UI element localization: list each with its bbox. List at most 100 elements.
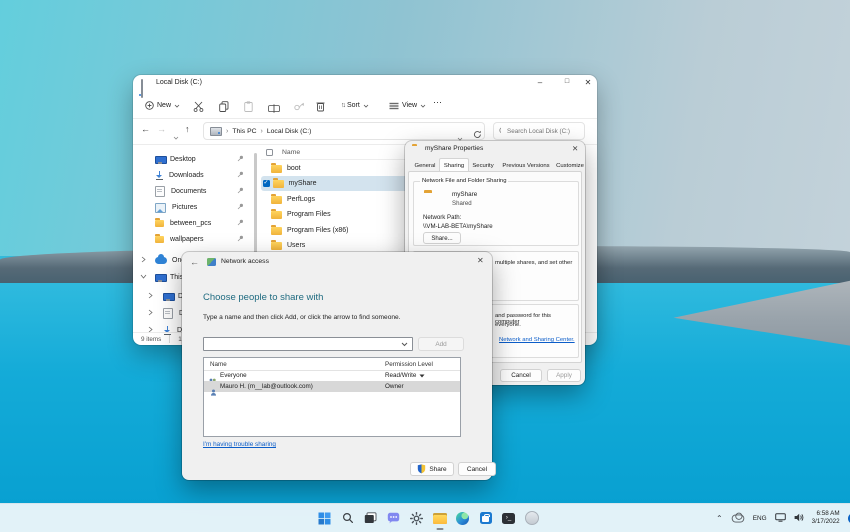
network-share-button-label: Share <box>429 466 446 473</box>
column-permission-level[interactable]: Permission Level <box>385 361 433 368</box>
trouble-sharing-link[interactable]: I'm having trouble sharing <box>203 441 276 448</box>
edge-button[interactable] <box>452 506 473 530</box>
properties-tabs: General Sharing Security Previous Versio… <box>405 158 585 172</box>
network-path-value: \\VM-LAB-BETA\myShare <box>423 223 493 230</box>
close-icon[interactable]: ✕ <box>572 144 578 153</box>
column-header-name[interactable]: Name <box>282 149 300 156</box>
status-divider <box>169 335 170 343</box>
people-row-owner[interactable]: Mauro H. (m__lab@outlook.com) Owner <box>204 381 460 392</box>
maximize-button[interactable]: □ <box>555 78 579 85</box>
share-icon[interactable] <box>293 99 304 117</box>
permission-dropdown[interactable]: Read/Write <box>385 372 425 379</box>
breadcrumb-separator: › <box>261 128 263 135</box>
delete-icon[interactable] <box>316 99 325 117</box>
properties-apply-button[interactable]: Apply <box>547 369 581 382</box>
person-name: Everyone <box>220 372 247 379</box>
pinned-app-button[interactable] <box>521 506 542 530</box>
close-button[interactable]: ✕ <box>579 78 597 87</box>
cut-icon[interactable] <box>193 99 204 117</box>
chat-button[interactable] <box>383 506 404 530</box>
language-indicator[interactable]: ENG <box>753 515 767 522</box>
column-name[interactable]: Name <box>210 361 227 368</box>
onedrive-tray-icon[interactable] <box>731 514 744 522</box>
permission-value: Owner <box>385 383 404 390</box>
folder-icon <box>271 165 282 173</box>
taskbar: ›_ ⌃ ENG 6:58 AM 3/17/2022 2 <box>0 503 850 532</box>
breadcrumb-disk-icon <box>210 127 222 136</box>
people-combobox[interactable] <box>203 337 413 351</box>
search-box[interactable] <box>493 122 585 140</box>
new-plus-icon <box>145 101 154 110</box>
task-view-icon <box>364 512 377 524</box>
network-tray-icon[interactable] <box>775 509 786 527</box>
tray-overflow-chevron[interactable]: ⌃ <box>716 514 723 523</box>
add-button[interactable]: Add <box>418 337 464 351</box>
network-sharing-group: Network File and Folder Sharing myShare … <box>413 181 579 246</box>
network-access-app-icon <box>207 258 216 266</box>
combo-dropdown-icon[interactable] <box>401 342 408 347</box>
new-button-label: New <box>157 102 171 109</box>
recent-locations-chevron[interactable] <box>173 127 179 145</box>
clock-time: 6:58 AM <box>816 510 839 518</box>
breadcrumb-local-disk[interactable]: Local Disk (C:) <box>267 128 312 135</box>
chevron-down-icon <box>174 104 180 108</box>
more-options-button[interactable]: ··· <box>433 97 442 107</box>
copy-icon[interactable] <box>219 99 229 117</box>
explorer-titlebar: Local Disk (C:) – □ ✕ <box>133 75 597 93</box>
chat-icon <box>387 512 400 524</box>
folder-icon <box>271 211 282 219</box>
people-row-everyone[interactable]: Everyone Read/Write <box>204 370 460 381</box>
explorer-toolbar: New ↑↓ Sort View ··· <box>133 93 597 119</box>
folder-icon <box>271 196 282 204</box>
paste-icon[interactable] <box>244 99 253 117</box>
forward-button[interactable]: → <box>157 124 166 134</box>
new-button[interactable]: New <box>145 98 180 113</box>
start-button[interactable] <box>314 506 335 530</box>
minimize-button[interactable]: – <box>528 78 552 87</box>
clock[interactable]: 6:58 AM 3/17/2022 <box>812 510 840 526</box>
task-view-button[interactable] <box>360 506 381 530</box>
terminal-button[interactable]: ›_ <box>498 506 519 530</box>
store-icon <box>480 512 492 524</box>
search-input[interactable] <box>505 127 579 136</box>
settings-button[interactable] <box>406 506 427 530</box>
running-indicator <box>436 528 443 530</box>
network-share-button[interactable]: Share <box>410 462 454 476</box>
back-button[interactable]: ← <box>141 124 150 134</box>
breadcrumb[interactable]: › This PC › Local Disk (C:) <box>203 122 485 140</box>
file-explorer-button[interactable] <box>429 506 450 530</box>
rename-icon[interactable] <box>268 100 280 118</box>
share-properties-button[interactable]: Share... <box>423 232 461 244</box>
network-access-title: Network access <box>221 258 269 265</box>
sort-button[interactable]: ↑↓ Sort <box>341 98 369 113</box>
dialog-instruction: Type a name and then click Add, or click… <box>203 314 401 321</box>
up-button[interactable]: ↑ <box>185 124 190 134</box>
view-button-label: View <box>402 102 417 109</box>
taskbar-center-icons: ›_ <box>314 506 542 530</box>
view-list-icon <box>389 102 399 110</box>
advanced-sharing-text-fragment: multiple shares, and set other <box>495 260 575 268</box>
windows-logo-icon <box>318 512 331 525</box>
search-button[interactable] <box>337 506 358 530</box>
store-button[interactable] <box>475 506 496 530</box>
breadcrumb-separator: › <box>226 128 228 135</box>
taskbar-tray: ⌃ ENG 6:58 AM 3/17/2022 2 <box>716 506 850 530</box>
sort-button-label: Sort <box>347 102 360 109</box>
back-icon[interactable]: ← <box>190 257 199 267</box>
permission-dropdown-icon[interactable] <box>419 374 425 378</box>
breadcrumb-this-pc[interactable]: This PC <box>232 128 256 135</box>
volume-tray-icon[interactable] <box>794 509 804 527</box>
network-sharing-center-link[interactable]: Network and Sharing Center. <box>499 337 575 343</box>
properties-cancel-button[interactable]: Cancel <box>500 369 542 382</box>
view-button[interactable]: View <box>389 98 426 113</box>
chevron-down-icon <box>363 104 369 108</box>
network-access-titlebar: ← Network access ✕ <box>182 252 492 272</box>
network-cancel-button[interactable]: Cancel <box>458 462 496 476</box>
select-all-checkbox[interactable] <box>266 149 273 156</box>
folder-icon <box>271 227 282 235</box>
folder-icon <box>273 180 284 188</box>
status-item-count: 9 items <box>141 336 161 343</box>
network-path-label: Network Path: <box>423 214 461 221</box>
row-checkbox-checked[interactable]: ✓ <box>263 180 270 187</box>
close-icon[interactable]: ✕ <box>477 256 484 265</box>
